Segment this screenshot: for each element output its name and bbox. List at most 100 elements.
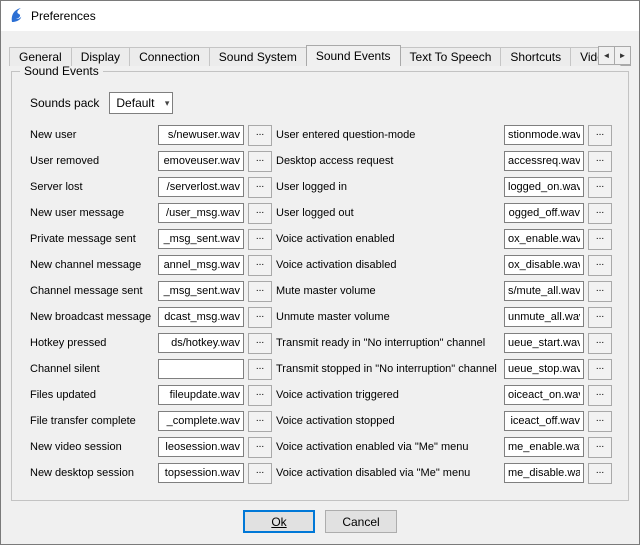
browse-button[interactable]: ...	[248, 151, 272, 172]
tab-strip: GeneralDisplayConnectionSound SystemSoun…	[9, 44, 637, 66]
tab-scroll-right-button[interactable]: ►	[614, 46, 631, 65]
sound-event-row: New user message...	[30, 200, 272, 226]
sound-file-input[interactable]	[504, 333, 584, 353]
dialog-content: GeneralDisplayConnectionSound SystemSoun…	[1, 31, 639, 544]
browse-button[interactable]: ...	[588, 229, 612, 250]
sound-event-row: Voice activation enabled via "Me" menu..…	[276, 434, 612, 460]
browse-button[interactable]: ...	[588, 255, 612, 276]
sound-file-input[interactable]	[158, 125, 244, 145]
preferences-window: Preferences GeneralDisplayConnectionSoun…	[0, 0, 640, 545]
sound-file-input[interactable]	[158, 229, 244, 249]
tab-display[interactable]: Display	[71, 47, 130, 66]
tab-sound-events[interactable]: Sound Events	[306, 45, 401, 66]
sound-event-label: Files updated	[30, 389, 158, 401]
sound-event-row: Voice activation triggered...	[276, 382, 612, 408]
sound-file-input[interactable]	[158, 385, 244, 405]
sound-file-input[interactable]	[158, 177, 244, 197]
sound-file-input[interactable]	[504, 125, 584, 145]
browse-button[interactable]: ...	[248, 281, 272, 302]
browse-button[interactable]: ...	[588, 359, 612, 380]
browse-button[interactable]: ...	[588, 281, 612, 302]
sound-file-input[interactable]	[158, 151, 244, 171]
browse-button[interactable]: ...	[248, 385, 272, 406]
window-title: Preferences	[31, 9, 96, 23]
browse-button[interactable]: ...	[248, 125, 272, 146]
browse-button[interactable]: ...	[248, 307, 272, 328]
browse-button[interactable]: ...	[588, 437, 612, 458]
sound-event-label: New channel message	[30, 259, 158, 271]
browse-button[interactable]: ...	[588, 307, 612, 328]
sound-event-columns: New user...User removed...Server lost...…	[30, 122, 612, 486]
footer: Ok Cancel	[1, 510, 639, 533]
cancel-button[interactable]: Cancel	[325, 510, 397, 533]
browse-button[interactable]: ...	[248, 463, 272, 484]
sound-event-row: Channel message sent...	[30, 278, 272, 304]
sound-event-row: New video session...	[30, 434, 272, 460]
sound-event-row: New broadcast message...	[30, 304, 272, 330]
browse-button[interactable]: ...	[588, 411, 612, 432]
browse-button[interactable]: ...	[588, 385, 612, 406]
tab-scroller: ◄ ►	[599, 46, 631, 65]
ok-button[interactable]: Ok	[243, 510, 315, 533]
sound-file-input[interactable]	[504, 411, 584, 431]
sound-event-row: Private message sent...	[30, 226, 272, 252]
tab-text-to-speech[interactable]: Text To Speech	[400, 47, 502, 66]
sound-event-row: Voice activation enabled...	[276, 226, 612, 252]
tab-connection[interactable]: Connection	[129, 47, 210, 66]
tab-bar: GeneralDisplayConnectionSound SystemSoun…	[9, 44, 637, 66]
sounds-pack-dropdown[interactable]: Default ▾	[109, 92, 173, 114]
browse-button[interactable]: ...	[588, 125, 612, 146]
sound-event-row: Server lost...	[30, 174, 272, 200]
sound-file-input[interactable]	[504, 307, 584, 327]
tab-sound-system[interactable]: Sound System	[209, 47, 307, 66]
sound-event-label: User logged in	[276, 181, 504, 193]
browse-button[interactable]: ...	[588, 203, 612, 224]
browse-button[interactable]: ...	[248, 203, 272, 224]
sound-file-input[interactable]	[158, 333, 244, 353]
browse-button[interactable]: ...	[588, 151, 612, 172]
sound-file-input[interactable]	[158, 463, 244, 483]
sound-event-row: Files updated...	[30, 382, 272, 408]
sound-event-row: Transmit ready in "No interruption" chan…	[276, 330, 612, 356]
browse-button[interactable]: ...	[588, 463, 612, 484]
sound-event-label: Server lost	[30, 181, 158, 193]
sound-file-input[interactable]	[504, 281, 584, 301]
sound-file-input[interactable]	[504, 385, 584, 405]
browse-button[interactable]: ...	[248, 359, 272, 380]
sound-file-input[interactable]	[504, 229, 584, 249]
browse-button[interactable]: ...	[248, 229, 272, 250]
sound-event-row: Hotkey pressed...	[30, 330, 272, 356]
browse-button[interactable]: ...	[248, 411, 272, 432]
browse-button[interactable]: ...	[588, 333, 612, 354]
sound-events-group: Sound Events Sounds pack Default ▾ New u…	[11, 71, 629, 501]
sound-event-label: New video session	[30, 441, 158, 453]
app-icon	[9, 7, 25, 26]
sounds-pack-label: Sounds pack	[30, 96, 99, 110]
sound-event-label: New broadcast message	[30, 311, 158, 323]
sound-file-input[interactable]	[504, 359, 584, 379]
sound-event-label: New desktop session	[30, 467, 158, 479]
sound-event-label: Voice activation disabled	[276, 259, 504, 271]
sound-file-input[interactable]	[158, 359, 244, 379]
browse-button[interactable]: ...	[248, 255, 272, 276]
browse-button[interactable]: ...	[248, 437, 272, 458]
sound-file-input[interactable]	[504, 255, 584, 275]
tab-shortcuts[interactable]: Shortcuts	[500, 47, 571, 66]
browse-button[interactable]: ...	[248, 177, 272, 198]
sound-file-input[interactable]	[158, 255, 244, 275]
sound-file-input[interactable]	[158, 411, 244, 431]
tab-general[interactable]: General	[9, 47, 72, 66]
sound-file-input[interactable]	[158, 203, 244, 223]
sound-file-input[interactable]	[158, 437, 244, 457]
sound-file-input[interactable]	[158, 281, 244, 301]
sound-file-input[interactable]	[504, 203, 584, 223]
sound-file-input[interactable]	[504, 151, 584, 171]
sound-event-row: New channel message...	[30, 252, 272, 278]
browse-button[interactable]: ...	[248, 333, 272, 354]
sound-file-input[interactable]	[504, 437, 584, 457]
sound-file-input[interactable]	[504, 463, 584, 483]
browse-button[interactable]: ...	[588, 177, 612, 198]
sound-file-input[interactable]	[504, 177, 584, 197]
tab-scroll-left-button[interactable]: ◄	[598, 46, 615, 65]
sound-file-input[interactable]	[158, 307, 244, 327]
